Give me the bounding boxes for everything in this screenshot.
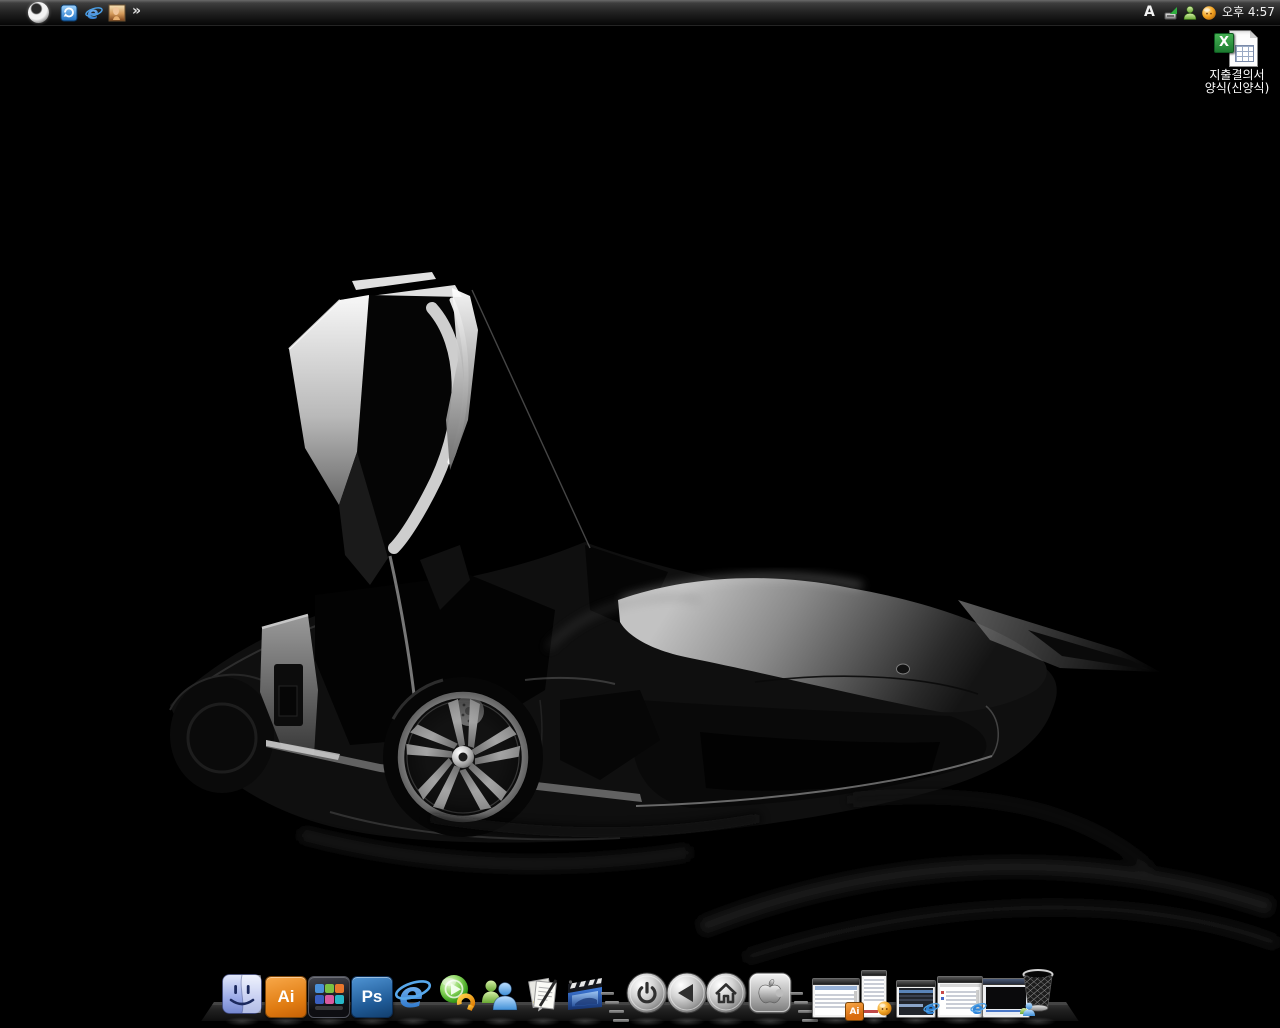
dock-adobe-photoshop[interactable]: Ps	[351, 976, 393, 1018]
svg-text:e: e	[972, 1000, 983, 1017]
spreadsheet-grid	[1235, 45, 1254, 62]
messenger-buddy-icon[interactable]	[1182, 5, 1198, 21]
start-orb-icon[interactable]	[28, 2, 49, 23]
safely-remove-hardware-icon[interactable]	[1163, 5, 1179, 21]
messenger-badge	[877, 1001, 892, 1020]
dock-media-player-office[interactable]	[437, 974, 477, 1018]
dock-window-illustrator[interactable]: Ai	[812, 978, 860, 1018]
desktop-icon-label: 지출결의서 양식(신양식)	[1194, 69, 1280, 95]
ie-badge: e	[970, 1000, 987, 1021]
dock-documents-notes[interactable]	[523, 974, 563, 1018]
dock-home-button[interactable]	[705, 972, 747, 1018]
menubar: e » A 오후 4:57	[0, 0, 1280, 25]
dock-msn-messenger[interactable]	[480, 974, 520, 1018]
dock-internet-explorer[interactable]: e	[393, 974, 433, 1018]
tray-clock[interactable]: 오후 4:57	[1222, 0, 1275, 25]
ime-indicator[interactable]: A	[1144, 4, 1155, 20]
overflow-chevron[interactable]: »	[132, 3, 140, 19]
image-viewer-icon[interactable]	[108, 4, 126, 22]
dock-back-button[interactable]	[666, 972, 708, 1018]
dock-application-stack[interactable]	[308, 976, 350, 1018]
illustrator-badge: Ai	[845, 1002, 864, 1021]
dock-adobe-illustrator[interactable]: Ai	[265, 976, 307, 1018]
orange-status-icon[interactable]	[1201, 5, 1217, 21]
excel-document-icon: X	[1214, 30, 1260, 66]
photoshop-label: Ps	[362, 987, 383, 1007]
excel-x-logo: X	[1214, 33, 1234, 53]
dock-window-ie-browser[interactable]: e	[937, 976, 983, 1018]
desktop-icon-excel-expense-form[interactable]: X 지출결의서 양식(신양식)	[1194, 30, 1280, 95]
dock: Ai Ps e	[0, 975, 1280, 1024]
dock-window-messenger-list[interactable]	[861, 970, 887, 1018]
dock-movie-clapper[interactable]	[565, 974, 605, 1018]
front-wheel	[383, 677, 543, 837]
dock-window-ie-dark[interactable]: e	[896, 980, 936, 1018]
svg-text:e: e	[925, 1000, 936, 1017]
ie-badge: e	[923, 1000, 940, 1021]
internet-explorer-icon[interactable]: e	[85, 4, 103, 22]
svg-text:e: e	[87, 4, 99, 22]
dock-finder[interactable]	[222, 974, 262, 1018]
outlook-express-icon[interactable]	[60, 4, 78, 22]
wallpaper-car	[0, 0, 1280, 1024]
dock-power-button[interactable]	[626, 972, 668, 1018]
msn-badge	[1019, 1001, 1035, 1021]
dock-apple-button[interactable]	[748, 972, 792, 1018]
illustrator-label: Ai	[278, 987, 295, 1007]
